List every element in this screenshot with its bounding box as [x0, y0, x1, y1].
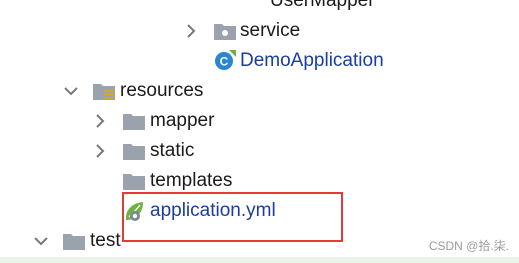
resources-folder-icon [93, 84, 115, 100]
chevron-right-icon[interactable] [92, 143, 108, 159]
tree-item-label: test [90, 230, 121, 251]
tree-row-mapper[interactable]: mapper [0, 106, 519, 136]
folder-icon [123, 144, 145, 160]
tree-row-static[interactable]: static [0, 136, 519, 166]
folder-icon [63, 234, 85, 250]
folder-icon [123, 174, 145, 190]
chevron-down-icon[interactable] [33, 233, 49, 249]
tree-item-label: mapper [150, 110, 215, 131]
chevron-right-icon[interactable] [183, 23, 199, 39]
tree-item-label: static [150, 140, 195, 161]
chevron-right-icon[interactable] [92, 113, 108, 129]
tree-row-usermapper[interactable]: UserMapper [0, 0, 519, 16]
svg-text:C: C [220, 55, 229, 69]
tree-item-label: UserMapper [270, 0, 375, 11]
tree-row-demoapplication[interactable]: C DemoApplication [0, 46, 519, 76]
chevron-down-icon[interactable] [63, 83, 79, 99]
tree-item-label: resources [120, 80, 204, 101]
tree-item-label: DemoApplication [240, 50, 384, 71]
tree-row-resources[interactable]: resources [0, 76, 519, 106]
spring-boot-class-icon: C [215, 50, 236, 70]
package-folder-icon [214, 24, 236, 40]
tree-item-label: service [240, 20, 301, 41]
folder-icon [123, 114, 145, 130]
highlight-annotation-box [122, 192, 343, 242]
tree-row-service[interactable]: service [0, 16, 519, 46]
selected-row-strip [0, 257, 519, 263]
watermark-text: CSDN @拾.柒. [428, 239, 509, 253]
